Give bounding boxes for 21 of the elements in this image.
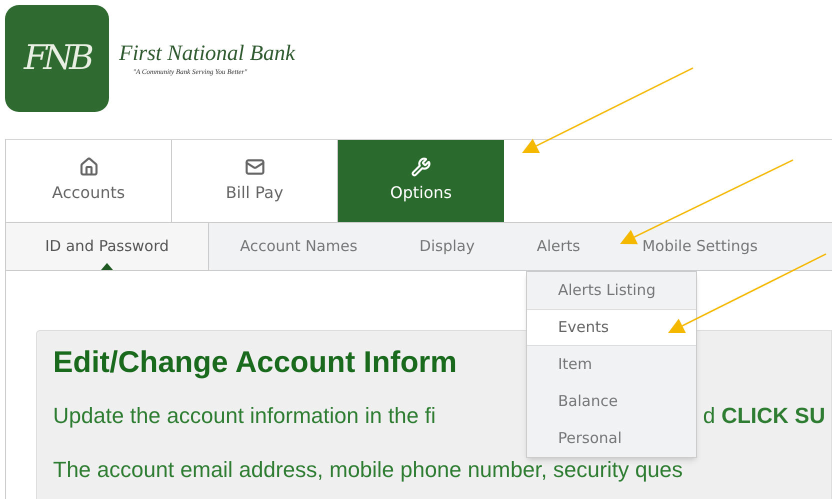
- instruction-text: d CLICK SU: [703, 402, 826, 430]
- wrench-icon: [411, 157, 431, 177]
- subnav-item[interactable]: Alerts: [506, 223, 612, 270]
- subnav-item[interactable]: Display: [388, 223, 506, 270]
- dropdown-item[interactable]: Alerts Listing: [527, 272, 696, 309]
- subnav-item[interactable]: ID and Password: [6, 223, 209, 270]
- subnav-item[interactable]: Account Names: [209, 223, 388, 270]
- info-text: The account email address, mobile phone number, security ques: [53, 456, 683, 484]
- dropdown-item[interactable]: Personal: [527, 420, 696, 457]
- logo-monogram: FNB: [24, 36, 90, 80]
- nav-tab[interactable]: Options: [338, 140, 504, 222]
- instruction-text: Update the account information in the fi: [53, 402, 437, 430]
- dropdown-item[interactable]: Item: [527, 346, 696, 383]
- dropdown-item[interactable]: Events: [527, 309, 696, 346]
- dropdown-item[interactable]: Balance: [527, 383, 696, 420]
- home-icon: [78, 157, 98, 177]
- envelope-icon: [244, 157, 264, 177]
- bank-name: First National Bank: [119, 39, 295, 66]
- subnav-item[interactable]: Mobile Settings: [611, 223, 789, 270]
- panel-heading: Edit/Change Account Inform: [53, 345, 457, 381]
- selected-indicator-icon: [101, 263, 113, 270]
